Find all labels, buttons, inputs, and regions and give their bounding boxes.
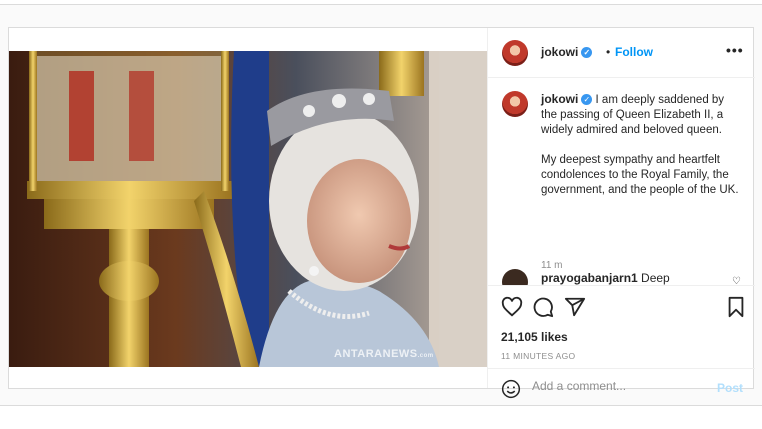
post-image[interactable]: ANTARANEWS.com [9,51,487,367]
post-timestamp[interactable]: 11 MINUTES AGO [501,351,575,361]
more-options-icon[interactable]: ••• [726,42,744,58]
separator-dot: • [606,45,611,59]
likes-count[interactable]: 21,105 likes [501,330,568,344]
add-comment-bar: Post [488,368,755,408]
username-text[interactable]: jokowi [541,45,578,59]
caption-text: jokowi ✓ I am deeply saddened by the pass… [541,92,743,198]
comments-list[interactable]: jokowi ✓ I am deeply saddened by the pass… [488,79,755,285]
add-comment-input[interactable] [532,379,702,393]
follow-button[interactable]: Follow [615,45,653,59]
bookmark-icon[interactable] [725,296,747,318]
author-username[interactable]: jokowi ✓ [541,45,593,59]
share-icon[interactable] [564,296,586,318]
comment-body: Deep [641,271,670,285]
queen-carriage-photo [9,51,487,367]
commenter-username[interactable]: prayogabanjarn1 [541,271,638,285]
watermark: ANTARANEWS.com [334,348,434,360]
heart-icon[interactable] [501,296,523,318]
verified-badge-icon: ✓ [581,47,593,59]
caption-time: 11 m [541,260,563,271]
commenter-avatar[interactable] [502,269,528,285]
post-comment-button[interactable]: Post [717,381,743,395]
comment-text: prayogabanjarn1 Deep [541,271,670,285]
watermark-suffix: .com [417,353,434,359]
action-bar: 21,105 likes 11 MINUTES AGO Post [488,285,755,399]
page-footer-strip [0,405,762,429]
top-navigation-bar [0,0,762,5]
small-heart-icon[interactable]: ♡ [732,276,741,285]
verified-badge-icon: ✓ [581,94,593,106]
caption-paragraph-2: My deepest sympathy and heartfelt condol… [541,154,739,196]
post-header: jokowi ✓ • Follow ••• [488,28,755,78]
instagram-post: ANTARANEWS.com jokowi ✓ • Follow ••• joko… [8,27,755,399]
caption-username[interactable]: jokowi [541,92,578,106]
watermark-text: ANTARANEWS [334,348,418,360]
post-sidebar: jokowi ✓ • Follow ••• jokowi ✓ I am deeply… [487,28,755,399]
caption-avatar[interactable] [502,91,528,117]
avatar[interactable] [502,40,528,66]
emoji-icon[interactable] [501,379,521,399]
comment-icon[interactable] [532,296,554,318]
